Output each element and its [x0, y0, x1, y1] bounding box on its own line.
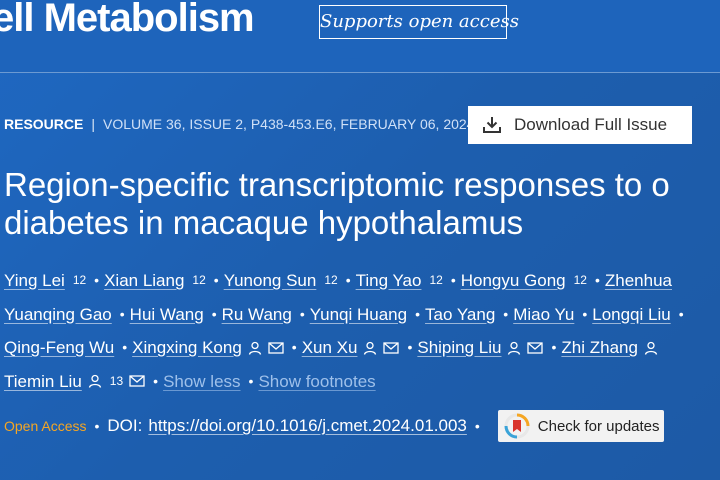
author-link[interactable]: Xian Liang	[104, 264, 184, 298]
volume-info: VOLUME 36, ISSUE 2, P438-453.E6, FEBRUAR…	[103, 116, 475, 132]
open-access-label[interactable]: Open Access	[4, 418, 87, 434]
access-separator: •	[94, 418, 100, 434]
access-separator: •	[474, 418, 480, 434]
download-icon	[483, 117, 501, 133]
journal-name[interactable]: ell Metabolism	[0, 0, 255, 41]
email-icon[interactable]	[268, 342, 284, 354]
author-separator: •	[119, 305, 125, 322]
author-link[interactable]: Qing-Feng Wu	[4, 331, 114, 365]
author-link[interactable]: Longqi Liu	[592, 298, 670, 332]
author-link[interactable]: Yunong Sun	[224, 264, 317, 298]
author-link[interactable]: Zhenhua	[605, 264, 672, 298]
author-footnote: 12	[72, 273, 87, 287]
author-separator: •	[582, 305, 588, 322]
meta-separator: |	[91, 116, 95, 132]
crossmark-icon	[504, 413, 530, 439]
title-line-2: diabetes in macaque hypothalamus	[4, 204, 524, 241]
supports-open-access-badge[interactable]: Supports open access	[319, 5, 519, 39]
show-less-link[interactable]: Show less	[163, 365, 240, 399]
author-link[interactable]: Yuanqing Gao	[4, 298, 112, 332]
author-separator: •	[211, 305, 217, 322]
check-for-updates-button[interactable]: Check for updates	[497, 410, 664, 442]
author-link[interactable]: Tao Yang	[425, 298, 495, 332]
author-separator: •	[503, 305, 509, 322]
journal-header: ell Metabolism Supports open access	[0, 0, 720, 73]
download-full-issue-button[interactable]: Download Full Issue	[468, 106, 692, 144]
author-link[interactable]: Shiping Liu	[417, 331, 501, 365]
author-separator: •	[94, 272, 100, 288]
author-separator: •	[415, 305, 421, 322]
author-separator: •	[345, 272, 351, 288]
author-link[interactable]: Xingxing Kong	[132, 331, 242, 365]
author-footnote: 12	[324, 273, 338, 287]
author-footnote: 13	[109, 373, 124, 388]
author-link[interactable]: Zhi Zhang	[561, 331, 638, 365]
author-footnote: 12	[429, 273, 443, 287]
article-meta: RESOURCE | VOLUME 36, ISSUE 2, P438-453.…	[4, 116, 474, 132]
author-separator: •	[153, 372, 159, 389]
author-link[interactable]: Hui Wang	[130, 298, 204, 332]
person-icon[interactable]	[248, 341, 262, 355]
download-label: Download Full Issue	[514, 115, 668, 134]
email-icon[interactable]	[383, 342, 400, 354]
person-icon[interactable]	[507, 341, 521, 355]
author-footnote: 12	[192, 273, 206, 287]
author-line-2: Yuanqing Gao • Hui Wang • Ru Wang • Yunq…	[4, 298, 720, 332]
author-separator: •	[213, 272, 219, 288]
article-title: Region-specific transcriptomic responses…	[4, 166, 720, 242]
author-line-1: Ying Lei 12 • Xian Liang 12 • Yunong Sun 12…	[4, 264, 720, 298]
person-icon[interactable]	[88, 374, 102, 389]
author-link[interactable]: Miao Yu	[513, 298, 574, 332]
article-type: RESOURCE	[4, 116, 84, 132]
author-separator: •	[122, 339, 128, 355]
author-separator: •	[291, 339, 297, 355]
author-separator: •	[594, 272, 600, 288]
author-link[interactable]: Hongyu Gong	[461, 264, 566, 298]
author-separator: •	[407, 339, 413, 355]
email-icon[interactable]	[129, 375, 145, 387]
show-footnotes-link[interactable]: Show footnotes	[258, 365, 375, 399]
author-line-4: Tiemin Liu 13 • Show less • Show footnot…	[4, 365, 720, 399]
check-for-updates-label: Check for updates	[537, 417, 660, 435]
author-line-3: Qing-Feng Wu • Xingxing Kong • Xun Xu • …	[4, 331, 720, 365]
author-link[interactable]: Tiemin Liu	[4, 365, 82, 399]
author-list: Ying Lei 12 • Xian Liang 12 • Yunong Sun 12…	[4, 264, 720, 398]
author-separator: •	[678, 305, 684, 322]
author-link[interactable]: Yunqi Huang	[310, 298, 407, 332]
author-separator: •	[551, 339, 557, 355]
author-link[interactable]: Ru Wang	[222, 298, 292, 332]
email-icon[interactable]	[527, 342, 544, 354]
author-link[interactable]: Ying Lei	[4, 264, 65, 298]
author-link[interactable]: Ting Yao	[356, 264, 422, 298]
person-icon[interactable]	[644, 341, 658, 355]
author-footnote: 12	[573, 273, 587, 287]
doi-label: DOI:	[107, 416, 143, 435]
person-icon[interactable]	[363, 341, 377, 355]
author-separator: •	[248, 372, 254, 389]
author-separator: •	[299, 305, 305, 322]
access-row: Open Access • DOI: https://doi.org/10.10…	[4, 410, 664, 442]
author-separator: •	[450, 272, 456, 288]
title-line-1: Region-specific transcriptomic responses…	[4, 166, 670, 203]
author-link[interactable]: Xun Xu	[302, 331, 358, 365]
doi-link[interactable]: https://doi.org/10.1016/j.cmet.2024.01.0…	[148, 416, 467, 436]
